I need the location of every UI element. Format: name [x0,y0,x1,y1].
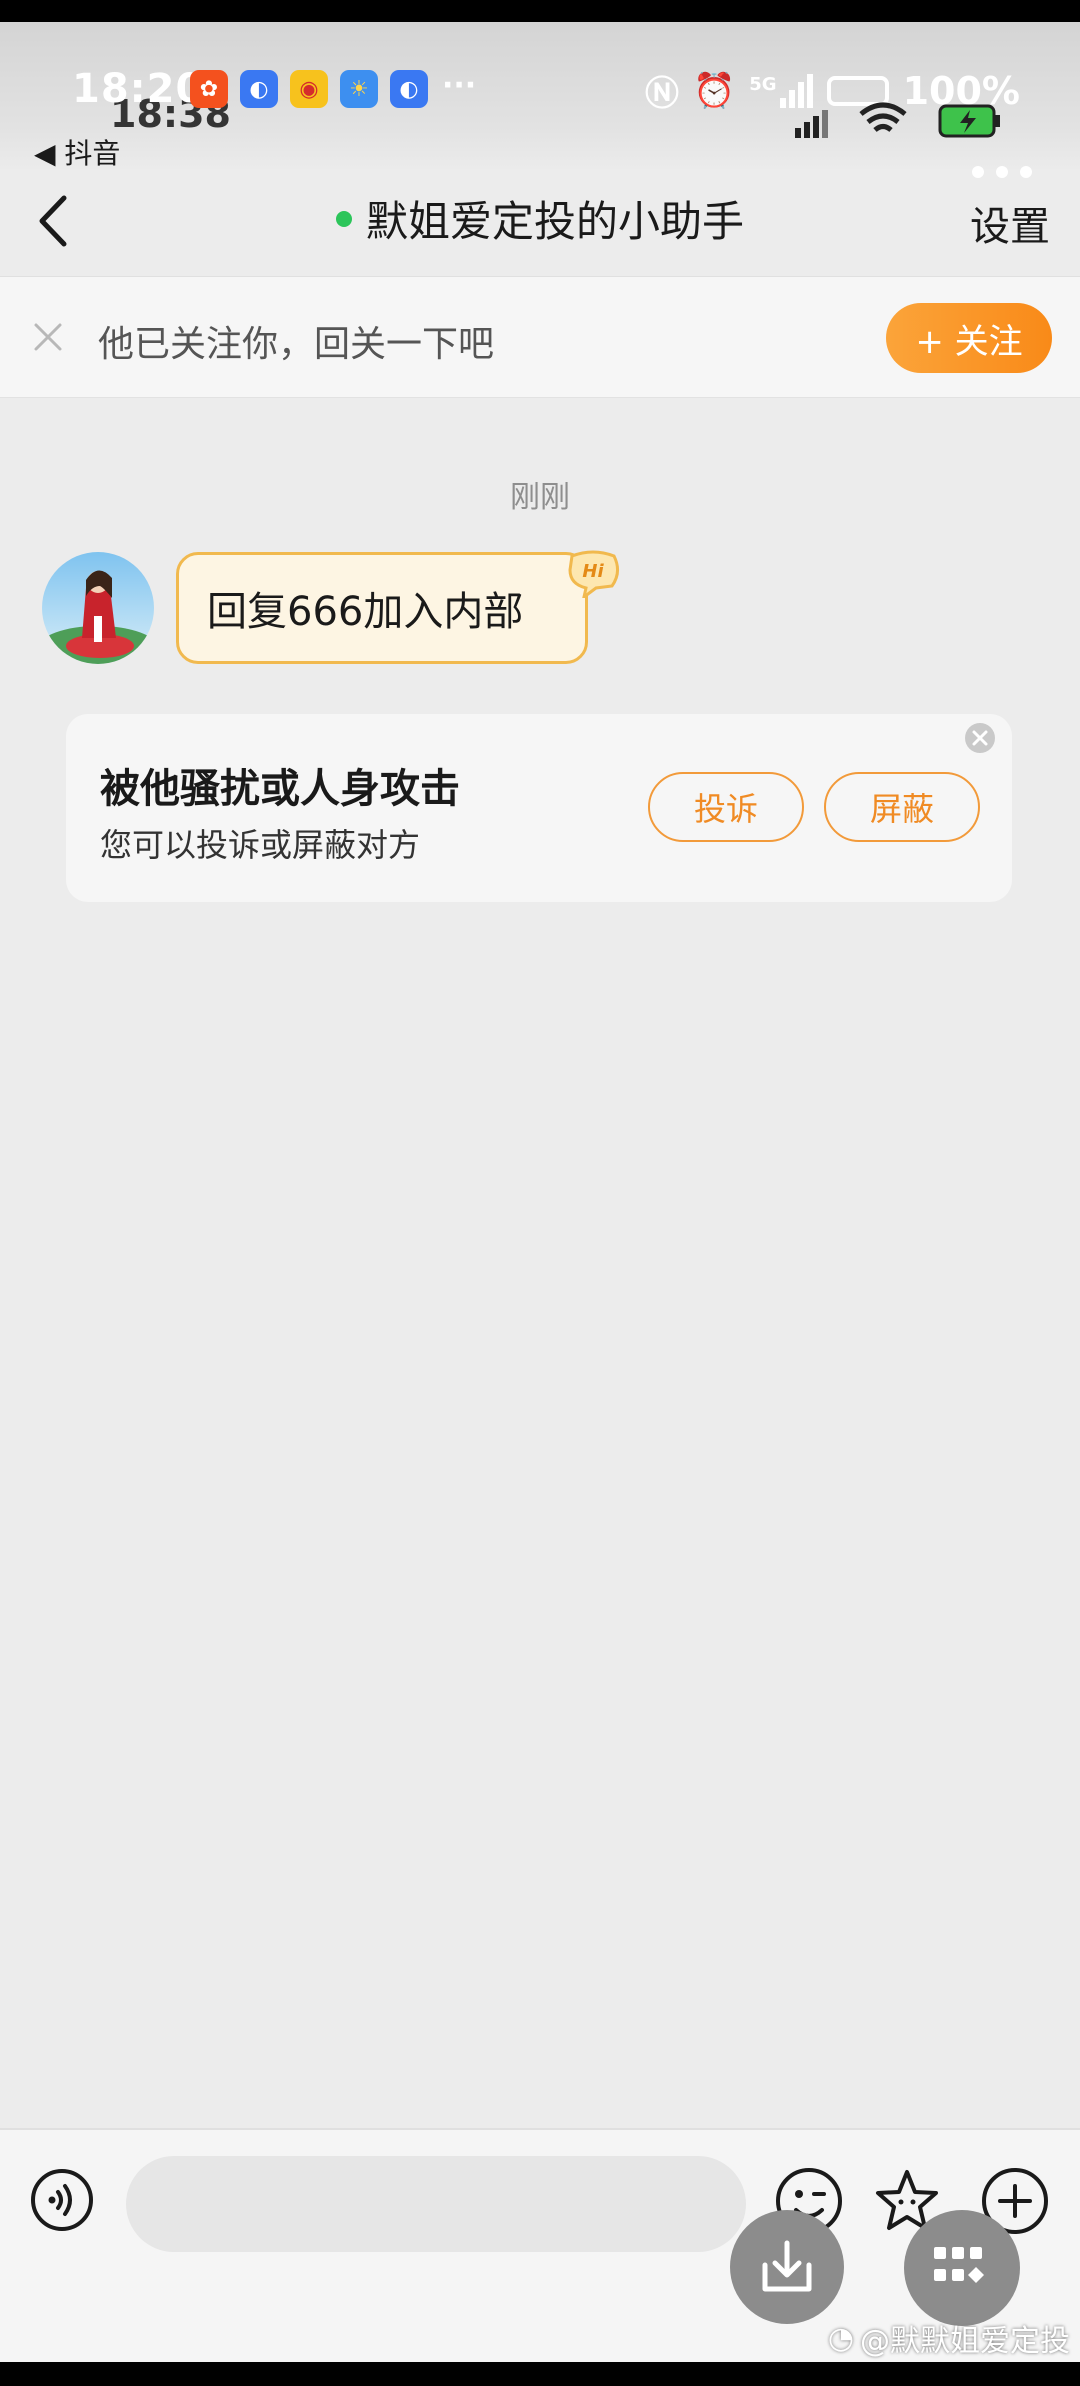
hi-sticker-icon: Hi [568,550,619,598]
report-card-subtitle: 您可以投诉或屏蔽对方 [100,826,421,864]
follow-back-text: 他已关注你，回关一下吧 [98,324,495,365]
weather-app-icon: ☀ [340,70,378,108]
message-input[interactable] [126,2156,746,2252]
status-time: 18:20 [72,66,205,112]
avatar-image [42,552,154,664]
chat-title: 默姐爱定投的小助手 [365,197,744,246]
online-status-dot [335,210,352,227]
report-card-title: 被他骚扰或人身攻击 [100,766,460,812]
message-bubble[interactable]: 回复666加入内部 [176,552,588,664]
nfc-icon: Ⓝ [644,74,679,114]
status-bar: 18:38 18:20 ✿ ◐ ◉ ☀ ◐ ··· Ⓝ ⏰ 5G 100% ◀ … [0,22,1080,172]
browser-app-icon: ◐ [240,70,278,108]
follow-button[interactable]: + 关注 [886,303,1052,373]
block-button[interactable]: 屏蔽 [824,772,980,842]
download-icon [762,2240,812,2292]
weibo-watermark: ◔ @默默姐爱定投 [828,2316,1070,2360]
signal-bars-icon [795,110,828,138]
close-icon[interactable] [30,319,66,355]
harassment-report-card: 被他骚扰或人身攻击 您可以投诉或屏蔽对方 投诉 屏蔽 [66,714,1012,902]
more-notifications-icon: ··· [442,68,477,103]
download-button[interactable] [730,2210,844,2324]
notification-icons: ✿ ◐ ◉ ☀ ◐ [190,70,428,108]
network-type: 5G [749,73,777,95]
avatar[interactable] [42,552,154,664]
hi-badge-text: Hi [582,561,604,582]
bottom-edge [0,2362,1080,2386]
charging-battery-icon [938,104,1000,138]
browser-app-icon-2: ◐ [390,70,428,108]
voice-icon[interactable] [30,2168,94,2232]
battery-icon [826,75,889,106]
weibo-logo-icon: ◔ [827,2320,854,2356]
top-edge [0,0,1080,22]
ghost-status-icons [795,102,1002,138]
kuaishou-app-icon: ✿ [190,70,228,108]
complain-button[interactable]: 投诉 [648,772,804,842]
apps-grid-icon [934,2247,984,2283]
watermark-text: @默默姐爱定投 [860,2324,1070,2359]
message-timestamp: 刚刚 [510,480,570,515]
chat-header: 默姐爱定投的小助手 设置 [0,166,1080,276]
follow-back-banner: 他已关注你，回关一下吧 + 关注 [0,276,1080,398]
chat-title-wrap: 默姐爱定投的小助手 [0,188,1080,249]
message-text: 回复666加入内部 [207,589,524,635]
weibo-app-icon: ◉ [290,70,328,108]
more-dots-icon[interactable] [972,166,1032,178]
settings-button[interactable]: 设置 [970,194,1050,252]
close-card-icon[interactable] [964,722,996,754]
apps-button[interactable] [904,2210,1020,2326]
alarm-icon: ⏰ [692,70,736,111]
back-to-app-link[interactable]: ◀ 抖音 [34,132,120,172]
wifi-icon [859,102,907,132]
